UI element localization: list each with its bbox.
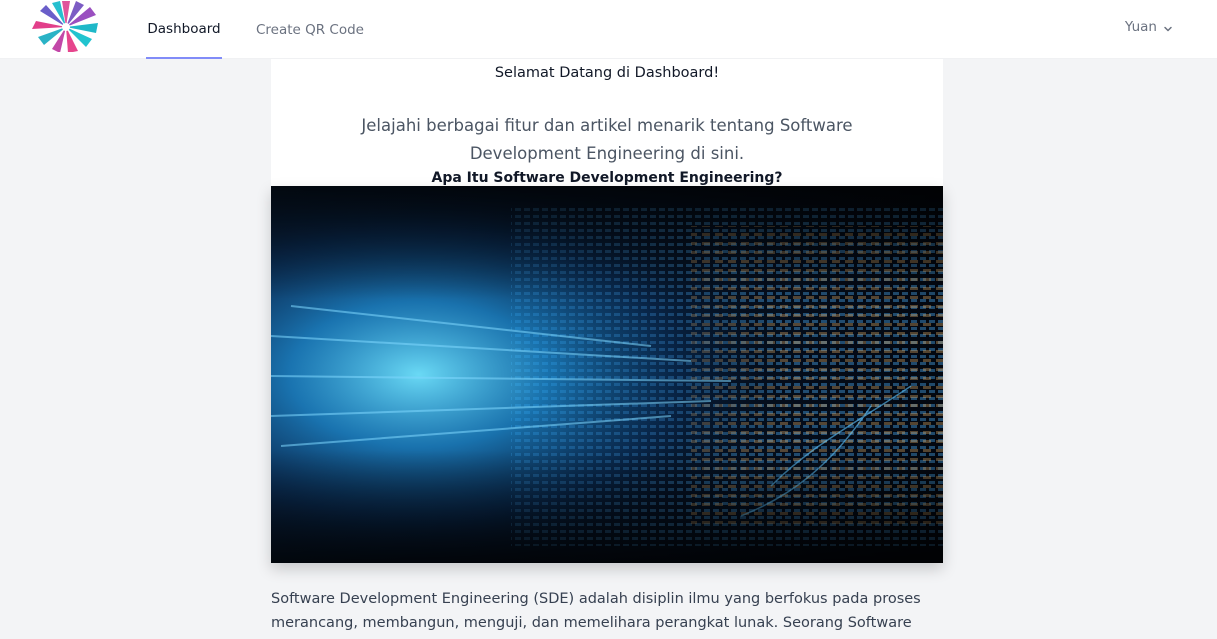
user-menu-button[interactable]: Yuan [1125,0,1173,53]
welcome-heading: Selamat Datang di Dashboard! [494,65,720,81]
main-content: Selamat Datang di Dashboard! Jelajahi be… [271,59,943,639]
section-title: Apa Itu Software Development Engineering… [431,170,783,186]
article-paragraph: Software Development Engineering (SDE) a… [271,591,921,631]
welcome-subtitle: Jelajahi berbagai fitur dan artikel mena… [361,116,853,163]
nav-link-dashboard[interactable]: Dashboard [146,0,222,59]
user-name: Yuan [1124,18,1157,35]
top-navbar: Dashboard Create QR Code Yuan [0,0,1217,59]
nav-link-create-qr-code[interactable]: Create QR Code [254,0,366,59]
welcome-card: Selamat Datang di Dashboard! Jelajahi be… [271,59,943,186]
chevron-down-icon [1163,22,1173,32]
star-flower-logo-icon[interactable] [30,0,102,52]
hero-image [271,186,943,563]
